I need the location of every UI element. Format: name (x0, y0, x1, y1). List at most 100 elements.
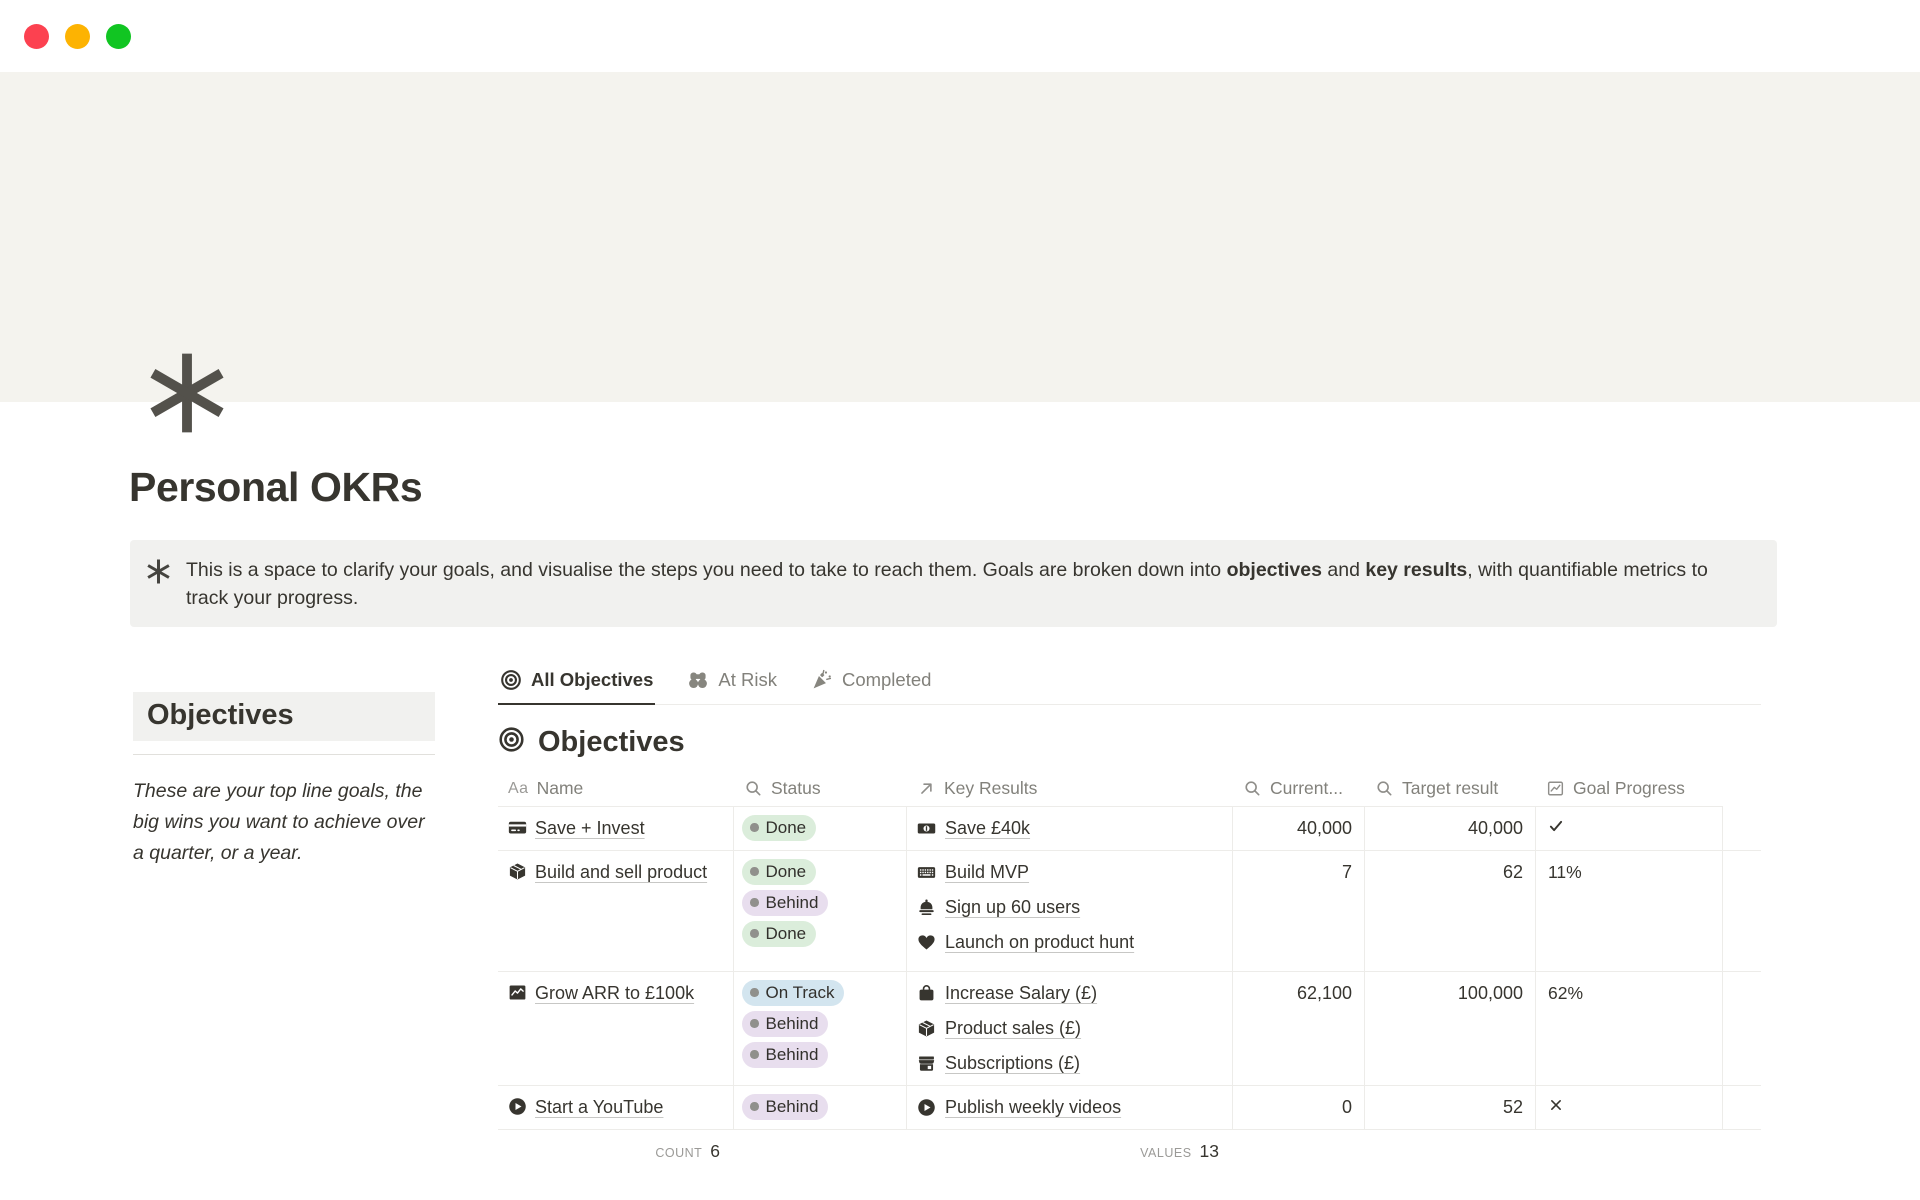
package-icon (508, 862, 527, 881)
key-results-cell[interactable]: Save £40k (907, 807, 1233, 851)
bell-icon (917, 898, 936, 917)
status-pill-done[interactable]: Done (742, 815, 816, 841)
status-pill-behind[interactable]: Behind (742, 1011, 828, 1037)
status-dot (750, 1102, 759, 1111)
status-cell[interactable]: Done (734, 807, 907, 851)
status-dot (750, 898, 759, 907)
goal-progress-cell[interactable] (1536, 1086, 1723, 1130)
objective-name-cell[interactable]: Start a YouTube (498, 1086, 734, 1130)
status-dot (750, 1050, 759, 1059)
status-pill-behind[interactable]: Behind (742, 1094, 828, 1120)
target-result-cell[interactable]: 52 (1365, 1086, 1536, 1130)
sidebar-column: Objectives These are your top line goals… (133, 692, 435, 869)
tab-all-objectives[interactable]: All Objectives (498, 667, 655, 705)
zoom-button[interactable] (106, 24, 131, 49)
target-result-cell[interactable]: 62 (1365, 851, 1536, 972)
status-pill-behind[interactable]: Behind (742, 1042, 828, 1068)
column-label: Current... (1270, 778, 1343, 799)
key-result-link[interactable]: Subscriptions (£) (917, 1050, 1222, 1077)
current-result-cell[interactable]: 0 (1233, 1086, 1365, 1130)
column-header-status[interactable]: Status (734, 772, 907, 807)
page-icon-asterisk[interactable] (146, 352, 228, 439)
objective-title: Grow ARR to £100k (535, 983, 694, 1003)
current-result-cell[interactable]: 62,100 (1233, 972, 1365, 1086)
status-cell[interactable]: Done Behind Done (734, 851, 907, 972)
status-pill-behind[interactable]: Behind (742, 890, 828, 916)
current-result-cell[interactable]: 7 (1233, 851, 1365, 972)
objective-link[interactable]: Build and sell product (508, 862, 707, 882)
goal-progress-cell[interactable] (1536, 807, 1723, 851)
key-result-link[interactable]: Sign up 60 users (917, 894, 1222, 921)
key-result-title: Publish weekly videos (945, 1094, 1121, 1121)
asterisk-icon[interactable] (146, 352, 228, 434)
tab-completed[interactable]: Completed (809, 667, 933, 705)
status-label: Behind (766, 893, 819, 913)
target-result-cell[interactable]: 40,000 (1365, 807, 1536, 851)
status-dot (750, 867, 759, 876)
close-button[interactable] (24, 24, 49, 49)
status-label: Done (766, 862, 807, 882)
objective-name-cell[interactable]: Build and sell product (498, 851, 734, 972)
callout: This is a space to clarify your goals, a… (130, 540, 1777, 627)
party-popper-icon (811, 669, 833, 691)
column-label: Target result (1402, 778, 1498, 799)
key-result-link[interactable]: Launch on product hunt (917, 929, 1222, 956)
key-result-link[interactable]: Build MVP (917, 859, 1222, 886)
objective-link[interactable]: Save + Invest (508, 818, 645, 838)
search-icon (1375, 779, 1394, 798)
status-cell[interactable]: On Track Behind Behind (734, 972, 907, 1086)
key-result-link[interactable]: Product sales (£) (917, 1015, 1222, 1042)
objectives-table: AaNameStatus Key Results Current... Target … (498, 772, 1761, 1130)
callout-bold-text: key results (1365, 559, 1467, 581)
table-header-row: AaNameStatus Key Results Current... Target … (498, 772, 1761, 807)
database-title[interactable]: Objectives (538, 726, 685, 759)
tab-label: At Risk (718, 669, 777, 691)
sidebar-description: These are your top line goals, the big w… (133, 776, 431, 869)
column-header-key-results[interactable]: Key Results (907, 772, 1233, 807)
chart-icon (1546, 779, 1565, 798)
goal-progress-cell[interactable]: 11% (1536, 851, 1723, 972)
key-results-cell[interactable]: Build MVP Sign up 60 users Launch on produ… (907, 851, 1233, 972)
key-result-link[interactable]: Publish weekly videos (917, 1094, 1222, 1121)
column-label: Key Results (944, 778, 1037, 799)
package-icon (917, 1019, 936, 1038)
play-button-icon (508, 1097, 527, 1116)
handbag-icon (917, 984, 936, 1003)
count-aggregate[interactable]: COUNT6 (498, 1130, 734, 1162)
status-pill-done[interactable]: Done (742, 921, 816, 947)
objective-name-cell[interactable]: Save + Invest (498, 807, 734, 851)
column-header-name[interactable]: AaName (498, 772, 734, 807)
key-result-link[interactable]: Save £40k (917, 815, 1222, 842)
objective-link[interactable]: Start a YouTube (508, 1097, 663, 1117)
column-header-target-result[interactable]: Target result (1365, 772, 1536, 807)
status-pill-on-track[interactable]: On Track (742, 980, 844, 1006)
key-result-link[interactable]: Increase Salary (£) (917, 980, 1222, 1007)
column-header-goal-progress[interactable]: Goal Progress (1536, 772, 1723, 807)
target-result-cell[interactable]: 100,000 (1365, 972, 1536, 1086)
banknote-icon (917, 819, 936, 838)
minimize-button[interactable] (65, 24, 90, 49)
goal-progress-cell[interactable]: 62% (1536, 972, 1723, 1086)
key-results-cell[interactable]: Increase Salary (£) Product sales (£) Subs… (907, 972, 1233, 1086)
status-pill-done[interactable]: Done (742, 859, 816, 885)
target-icon (498, 726, 525, 753)
objective-name-cell[interactable]: Grow ARR to £100k (498, 972, 734, 1086)
count-value: 6 (710, 1141, 720, 1161)
column-label: Name (537, 778, 584, 799)
database-section-header: Objectives (498, 726, 1761, 759)
sidebar-heading: Objectives (133, 692, 435, 741)
values-value: 13 (1200, 1141, 1219, 1161)
callout-text: This is a space to clarify your goals, a… (186, 556, 1753, 612)
current-result-cell[interactable]: 40,000 (1233, 807, 1365, 851)
key-results-cell[interactable]: Publish weekly videos (907, 1086, 1233, 1130)
page-title[interactable]: Personal OKRs (129, 464, 422, 511)
status-label: Behind (766, 1014, 819, 1034)
asterisk-icon (146, 556, 171, 589)
tab-at-risk[interactable]: At Risk (685, 667, 779, 705)
values-aggregate[interactable]: VALUES13 (907, 1130, 1233, 1162)
callout-bold-text: objectives (1227, 559, 1322, 581)
objective-link[interactable]: Grow ARR to £100k (508, 983, 694, 1003)
table-footer: COUNT6 VALUES13 (498, 1130, 1761, 1162)
status-cell[interactable]: Behind (734, 1086, 907, 1130)
column-header-current[interactable]: Current... (1233, 772, 1365, 807)
